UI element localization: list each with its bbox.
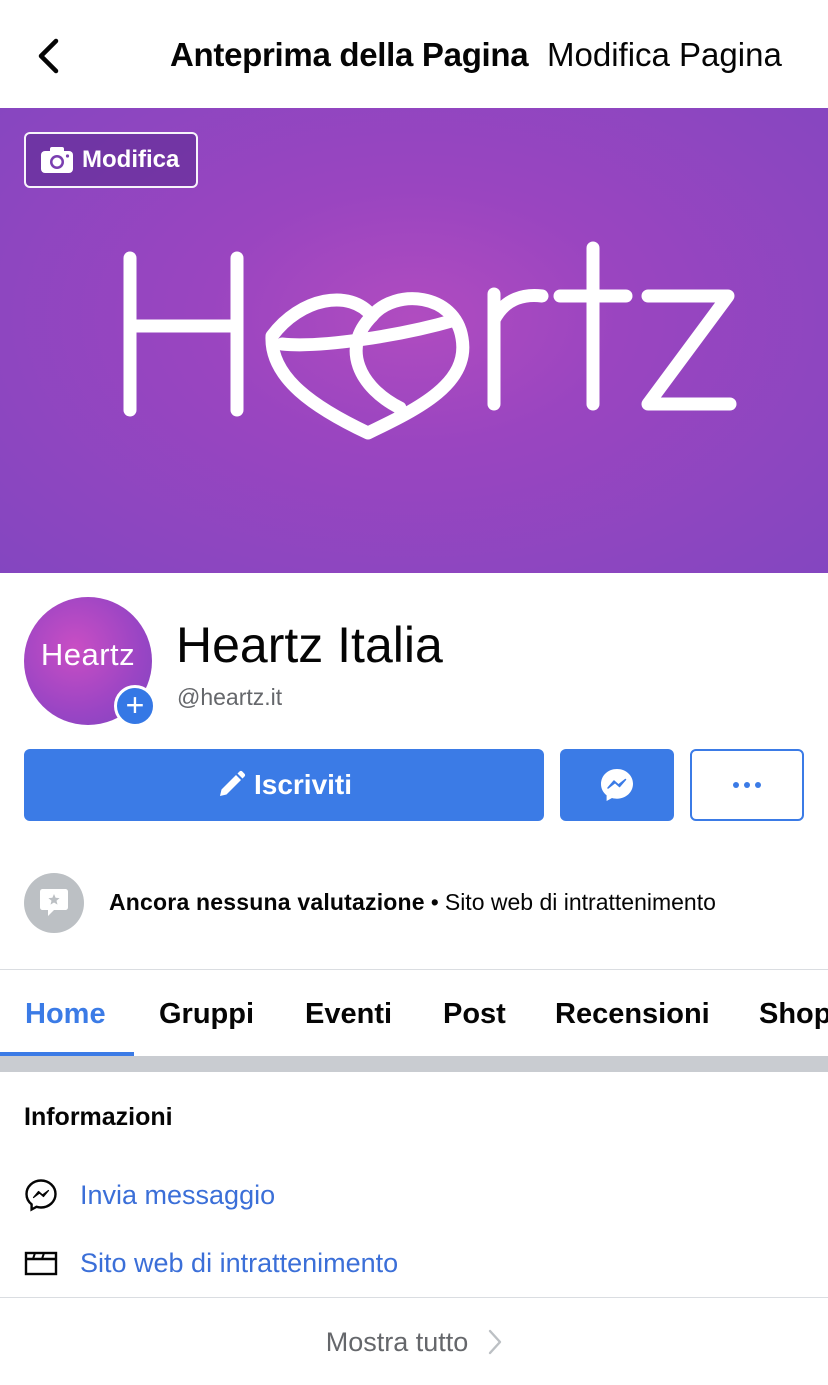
- divider: [0, 1297, 828, 1298]
- page-category: Sito web di intrattenimento: [444, 889, 716, 915]
- send-message-label: Invia messaggio: [80, 1179, 276, 1210]
- messenger-button[interactable]: [560, 749, 674, 821]
- pencil-icon: [219, 770, 246, 796]
- edit-cover-button[interactable]: Modifica: [24, 132, 198, 188]
- tab-post[interactable]: Post: [443, 998, 506, 1031]
- top-bar: Anteprima della Pagina Modifica Pagina: [0, 0, 828, 108]
- edit-cover-label: Modifica: [82, 146, 180, 173]
- more-dots-icon: [733, 782, 761, 788]
- send-message-link[interactable]: Invia messaggio: [0, 1170, 828, 1220]
- tab-eventi[interactable]: Eventi: [305, 998, 392, 1031]
- chevron-left-icon: [38, 38, 59, 74]
- info-section-title: Informazioni: [24, 1103, 173, 1131]
- tab-gruppi[interactable]: Gruppi: [159, 998, 254, 1031]
- back-button[interactable]: [28, 34, 68, 78]
- messenger-icon: [601, 769, 633, 801]
- avatar[interactable]: Heartz +: [24, 597, 156, 727]
- speech-bubble-star-icon: [40, 889, 68, 916]
- category-label: Sito web di intrattenimento: [80, 1247, 399, 1278]
- page-name: Heartz Italia: [176, 617, 443, 673]
- subscribe-button[interactable]: Iscriviti: [24, 749, 544, 821]
- page-tabs: Home Gruppi Eventi Post Recensioni Shop: [0, 970, 828, 1056]
- review-icon: [24, 873, 84, 933]
- rating-separator: •: [430, 889, 439, 915]
- cover-photo: Modifica: [0, 108, 828, 573]
- avatar-logo-text: Heartz: [40, 637, 136, 672]
- section-separator: [0, 1056, 828, 1072]
- tab-recensioni[interactable]: Recensioni: [555, 998, 710, 1031]
- edit-page-button[interactable]: Modifica Pagina: [547, 36, 782, 74]
- subscribe-label: Iscriviti: [253, 769, 353, 800]
- clapperboard-icon: [24, 1246, 58, 1280]
- add-photo-button[interactable]: +: [114, 685, 156, 727]
- show-all-button[interactable]: Mostra tutto: [0, 1310, 828, 1374]
- page-title: Anteprima della Pagina: [170, 36, 529, 73]
- page-handle: @heartz.it: [177, 684, 283, 710]
- rating-summary: Ancora nessuna valutazione • Sito web di i…: [109, 889, 716, 916]
- category-link[interactable]: Sito web di intrattenimento: [0, 1238, 828, 1288]
- plus-icon: +: [125, 687, 145, 723]
- tab-home[interactable]: Home: [25, 998, 106, 1031]
- camera-icon: [41, 147, 73, 173]
- more-button[interactable]: [690, 749, 804, 821]
- show-all-label: Mostra tutto: [325, 1326, 469, 1357]
- tab-shop[interactable]: Shop: [759, 998, 828, 1031]
- chevron-right-icon: [488, 1329, 502, 1355]
- rating-status: Ancora nessuna valutazione: [109, 889, 425, 915]
- messenger-icon: [24, 1178, 58, 1212]
